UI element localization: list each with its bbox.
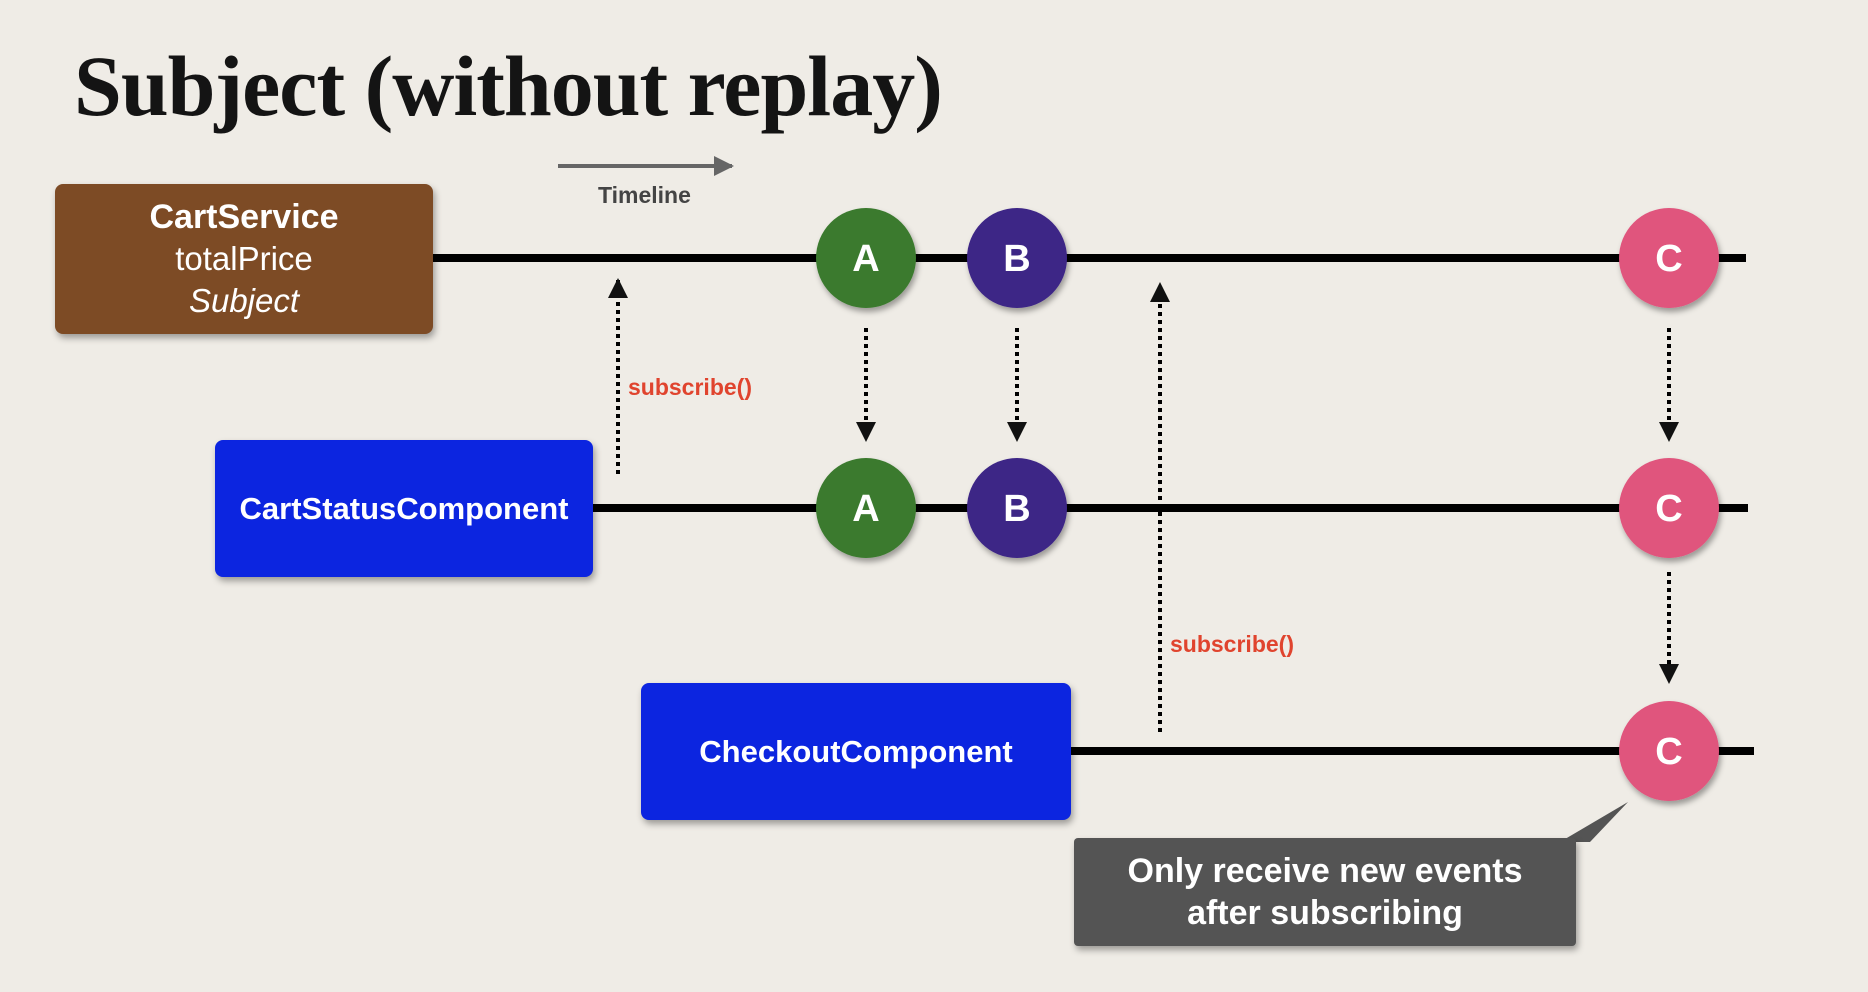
checkout-component-name: CheckoutComponent xyxy=(699,733,1013,769)
event-label-c-service: C xyxy=(1655,238,1682,280)
callout-line-2: after subscribing xyxy=(1187,894,1463,932)
cart-status-component-box: CartStatusComponent xyxy=(215,440,593,577)
callout-line-1: Only receive new events xyxy=(1127,852,1523,890)
checkout-component-box: CheckoutComponent xyxy=(641,683,1071,820)
cart-service-box: CartService totalPrice Subject xyxy=(55,184,433,334)
callout-note: Only receive new events after subscribin… xyxy=(1074,838,1576,946)
event-label-c-checkout: C xyxy=(1655,731,1682,773)
event-label-b-status: B xyxy=(1003,488,1030,530)
service-type: Subject xyxy=(188,282,300,319)
event-label-c-status: C xyxy=(1655,488,1682,530)
event-label-a-service: A xyxy=(852,238,879,280)
service-name: CartService xyxy=(149,198,339,236)
event-label-b-service: B xyxy=(1003,238,1030,280)
event-label-a-status: A xyxy=(852,488,879,530)
timeline-label: Timeline xyxy=(598,182,691,208)
status-component-name: CartStatusComponent xyxy=(239,490,569,526)
service-property: totalPrice xyxy=(175,240,313,277)
callout-pointer xyxy=(1560,802,1628,842)
subscribe-label-1: subscribe() xyxy=(628,374,752,400)
subscribe-label-2: subscribe() xyxy=(1170,631,1294,657)
